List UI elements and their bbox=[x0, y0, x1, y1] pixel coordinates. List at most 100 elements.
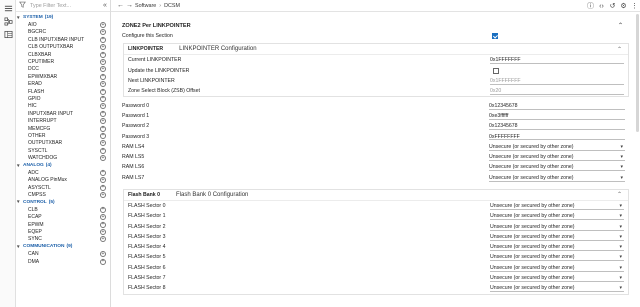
hierarchy-icon[interactable] bbox=[0, 15, 16, 28]
sidebar-section-control[interactable]: ▾ CONTROL (5) bbox=[16, 199, 110, 206]
add-module-icon[interactable]: + bbox=[100, 184, 106, 191]
add-module-icon[interactable]: + bbox=[100, 110, 106, 117]
add-module-icon[interactable]: + bbox=[100, 221, 106, 228]
add-module-icon[interactable]: + bbox=[100, 88, 106, 95]
add-module-icon[interactable]: + bbox=[100, 22, 106, 29]
dropdown-arrow-icon[interactable]: ▾ bbox=[619, 254, 622, 260]
sidebar-item[interactable]: CLB + bbox=[16, 206, 110, 213]
dropdown-arrow-icon[interactable]: ▾ bbox=[619, 244, 622, 250]
more-icon[interactable]: ⋮ bbox=[629, 2, 640, 10]
add-module-icon[interactable]: + bbox=[100, 251, 106, 258]
add-module-icon[interactable]: + bbox=[100, 29, 106, 36]
sidebar-item[interactable]: EPWMXBAR + bbox=[16, 73, 110, 80]
sidebar-item[interactable]: ERAD + bbox=[16, 81, 110, 88]
info-icon[interactable]: ⓘ bbox=[585, 1, 596, 11]
sidebar-item[interactable]: EPWM + bbox=[16, 221, 110, 228]
add-module-icon[interactable]: + bbox=[100, 140, 106, 147]
dropdown-arrow-icon[interactable]: ▾ bbox=[620, 154, 623, 160]
sidebar-item[interactable]: AIO + bbox=[16, 21, 110, 29]
sidebar-item[interactable]: FLASH + bbox=[16, 88, 110, 95]
dropdown-arrow-icon[interactable]: ▾ bbox=[619, 265, 622, 271]
linkpointer-header[interactable]: LINKPOINTER LINKPOINTER Configuration ⌃ bbox=[124, 44, 628, 56]
sidebar-item[interactable]: OTHER + bbox=[16, 132, 110, 139]
sidebar-item[interactable]: ADC + bbox=[16, 169, 110, 176]
sidebar-item[interactable]: CLB OUTPUTXBAR + bbox=[16, 44, 110, 51]
add-module-icon[interactable]: + bbox=[100, 258, 106, 265]
dropdown-arrow-icon[interactable]: ▾ bbox=[619, 285, 622, 291]
add-module-icon[interactable]: + bbox=[100, 177, 106, 184]
add-module-icon[interactable]: + bbox=[100, 155, 106, 162]
breadcrumb-parent[interactable]: Software bbox=[135, 3, 156, 9]
chevron-up-icon[interactable]: ⌃ bbox=[617, 191, 622, 198]
sidebar-item[interactable]: SYSCTL + bbox=[16, 147, 110, 154]
configure-section-checkbox[interactable] bbox=[492, 33, 498, 40]
table-icon[interactable] bbox=[0, 28, 16, 41]
add-module-icon[interactable]: + bbox=[100, 236, 106, 243]
sidebar-item[interactable]: WATCHDOG + bbox=[16, 154, 110, 162]
chevron-up-icon[interactable]: ⌃ bbox=[617, 46, 622, 53]
zone-section-title[interactable]: ZONE2 Per LINKPOINTER ⌃ bbox=[119, 20, 629, 31]
sidebar-item[interactable]: BGCRC + bbox=[16, 29, 110, 36]
add-module-icon[interactable]: + bbox=[100, 192, 106, 199]
sidebar-item[interactable]: CAN + bbox=[16, 251, 110, 258]
sidebar-item[interactable]: SYNC + bbox=[16, 236, 110, 243]
dropdown-arrow-icon[interactable]: ▾ bbox=[619, 203, 622, 209]
sidebar-item[interactable]: DMA + bbox=[16, 258, 110, 265]
vertical-scrollbar[interactable] bbox=[636, 12, 639, 307]
add-module-icon[interactable]: + bbox=[100, 103, 106, 110]
add-module-icon[interactable]: + bbox=[100, 95, 106, 102]
add-module-icon[interactable]: + bbox=[100, 125, 106, 132]
add-module-icon[interactable]: + bbox=[100, 81, 106, 88]
add-module-icon[interactable]: + bbox=[100, 51, 106, 58]
code-icon[interactable]: ‹› bbox=[596, 3, 607, 10]
history-icon[interactable]: ↺ bbox=[607, 2, 618, 10]
dropdown-arrow-icon[interactable]: ▾ bbox=[620, 175, 623, 181]
add-module-icon[interactable]: + bbox=[100, 118, 106, 125]
forward-arrow-icon[interactable]: → bbox=[126, 2, 135, 9]
sidebar-item[interactable]: GPIO + bbox=[16, 95, 110, 102]
sidebar-item[interactable]: HIC + bbox=[16, 103, 110, 110]
sidebar-item[interactable]: INTERRUPT + bbox=[16, 117, 110, 125]
flash-bank-header[interactable]: Flash Bank 0 Flash Bank 0 Configuration … bbox=[124, 190, 628, 201]
add-module-icon[interactable]: + bbox=[100, 214, 106, 221]
sidebar-item[interactable]: CLBXBAR + bbox=[16, 51, 110, 58]
dropdown-arrow-icon[interactable]: ▾ bbox=[619, 213, 622, 219]
add-module-icon[interactable]: + bbox=[100, 36, 106, 43]
sidebar-section-communication[interactable]: ▾ COMMUNICATION (9) bbox=[16, 243, 110, 250]
sidebar-item[interactable]: INPUTXBAR INPUT + bbox=[16, 110, 110, 117]
settings-icon[interactable]: ⚙ bbox=[618, 2, 629, 10]
dropdown-arrow-icon[interactable]: ▾ bbox=[619, 234, 622, 240]
dropdown-arrow-icon[interactable]: ▾ bbox=[620, 144, 623, 150]
sidebar-item[interactable]: ANALOG PinMux + bbox=[16, 177, 110, 184]
sidebar-item[interactable]: CMPSS + bbox=[16, 191, 110, 199]
add-module-icon[interactable]: + bbox=[100, 132, 106, 139]
sidebar-item[interactable]: CPUTIMER + bbox=[16, 58, 110, 66]
sidebar-section-system[interactable]: ▾ SYSTEM (19) bbox=[16, 14, 110, 21]
hamburger-icon[interactable] bbox=[0, 2, 16, 15]
collapse-sidebar-icon[interactable]: « bbox=[100, 2, 110, 9]
add-module-icon[interactable]: + bbox=[100, 206, 106, 213]
add-module-icon[interactable]: + bbox=[100, 169, 106, 176]
dropdown-arrow-icon[interactable]: ▾ bbox=[619, 275, 622, 281]
add-module-icon[interactable]: + bbox=[100, 66, 106, 73]
filter-input[interactable]: Type Filter Text... bbox=[30, 3, 100, 9]
field-checkbox[interactable] bbox=[493, 67, 499, 74]
sidebar-section-analog[interactable]: ▾ ANALOG (4) bbox=[16, 162, 110, 169]
sidebar-item[interactable]: ECAP + bbox=[16, 214, 110, 221]
scrollbar-thumb[interactable] bbox=[636, 14, 639, 132]
dropdown-arrow-icon[interactable]: ▾ bbox=[619, 224, 622, 230]
sidebar-item[interactable]: ASYSCTL + bbox=[16, 184, 110, 191]
back-arrow-icon[interactable]: ← bbox=[117, 2, 126, 9]
sidebar-item[interactable]: OUTPUTXBAR + bbox=[16, 140, 110, 147]
add-module-icon[interactable]: + bbox=[100, 44, 106, 51]
sidebar-item[interactable]: EQEP + bbox=[16, 228, 110, 236]
dropdown-arrow-icon[interactable]: ▾ bbox=[620, 164, 623, 170]
sidebar-item[interactable]: CLB INPUTXBAR INPUT + bbox=[16, 36, 110, 43]
add-module-icon[interactable]: + bbox=[100, 229, 106, 236]
add-module-icon[interactable]: + bbox=[100, 59, 106, 66]
add-module-icon[interactable]: + bbox=[100, 147, 106, 154]
sidebar-item[interactable]: DCC + bbox=[16, 66, 110, 73]
chevron-up-icon[interactable]: ⌃ bbox=[618, 22, 623, 29]
sidebar-item[interactable]: MEMCFG + bbox=[16, 125, 110, 132]
add-module-icon[interactable]: + bbox=[100, 73, 106, 80]
